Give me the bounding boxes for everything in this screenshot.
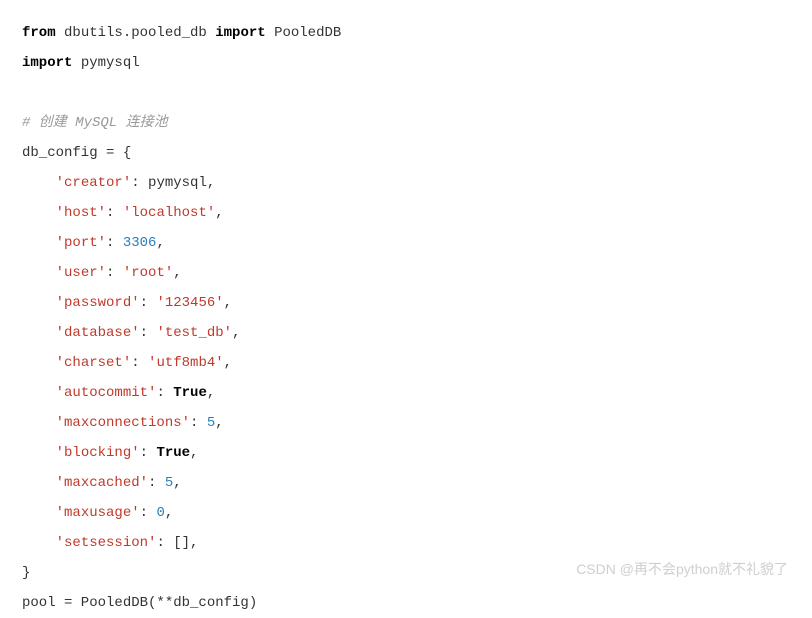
indent [22,505,56,521]
indent [22,295,56,311]
colon: : [140,445,157,461]
indent [22,205,56,221]
comma: , [215,415,223,431]
comma: , [207,385,215,401]
dict-value: 'utf8mb4' [148,355,224,371]
comma: , [190,445,198,461]
colon: : [140,295,157,311]
indent [22,235,56,251]
dict-value: 'test_db' [156,325,232,341]
dict-value: 'root' [123,265,173,281]
class-name: PooledDB [266,25,342,41]
comma: , [165,505,173,521]
colon: : [131,355,148,371]
dict-value: : [], [156,535,198,551]
comma: , [232,325,240,341]
indent [22,535,56,551]
dict-key: 'setsession' [56,535,157,551]
dict-value: True [156,445,190,461]
dict-close: } [22,565,30,581]
dict-key: 'maxusage' [56,505,140,521]
dict-key: 'autocommit' [56,385,157,401]
dict-key: 'password' [56,295,140,311]
dict-key: 'host' [56,205,106,221]
dict-key: 'maxcached' [56,475,148,491]
comma: , [215,205,223,221]
colon: : [156,385,173,401]
dict-value: 5 [165,475,173,491]
dict-value: True [173,385,207,401]
keyword-import: import [22,55,72,71]
dict-key: 'database' [56,325,140,341]
dict-value: 5 [207,415,215,431]
dict-value: : pymysql, [131,175,215,191]
keyword-from: from [22,25,56,41]
colon: : [190,415,207,431]
code-block: from dbutils.pooled_db import PooledDB i… [22,18,790,618]
indent [22,385,56,401]
indent [22,175,56,191]
colon: : [106,235,123,251]
dict-value: 3306 [123,235,157,251]
indent [22,445,56,461]
dict-key: 'creator' [56,175,132,191]
comma: , [173,475,181,491]
indent [22,415,56,431]
module-name: pymysql [72,55,139,71]
dict-value: 0 [156,505,164,521]
comma: , [224,295,232,311]
pool-assignment: pool = PooledDB(**db_config) [22,595,257,611]
module-path: dbutils.pooled_db [56,25,216,41]
dict-key: 'blocking' [56,445,140,461]
colon: : [106,265,123,281]
comma: , [224,355,232,371]
indent [22,325,56,341]
dict-key: 'user' [56,265,106,281]
colon: : [106,205,123,221]
watermark-text: CSDN @再不会python就不礼貌了 [576,554,788,584]
dict-key: 'charset' [56,355,132,371]
dict-value: 'localhost' [123,205,215,221]
keyword-import: import [215,25,265,41]
dict-value: '123456' [156,295,223,311]
comma: , [173,265,181,281]
dict-key: 'maxconnections' [56,415,190,431]
indent [22,475,56,491]
dict-open: db_config = { [22,145,131,161]
colon: : [140,325,157,341]
colon: : [140,505,157,521]
comment-line: # 创建 MySQL 连接池 [22,115,168,131]
dict-key: 'port' [56,235,106,251]
indent [22,265,56,281]
comma: , [156,235,164,251]
indent [22,355,56,371]
colon: : [148,475,165,491]
